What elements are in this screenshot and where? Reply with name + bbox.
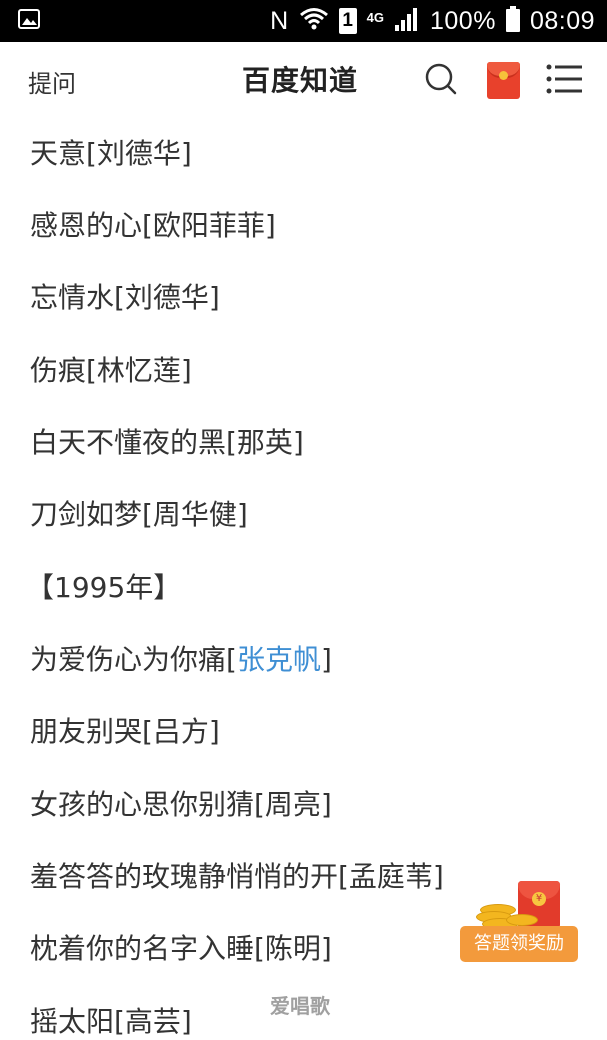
list-item: 忘情水[刘德华] [30,281,220,314]
list-item: 天意[刘德华] [30,137,192,170]
battery-icon [505,6,520,36]
year-heading: 【1995年】 [26,571,182,604]
reward-button-label: 答题领奖励 [460,926,578,962]
yuan-seal: ¥ [532,892,546,906]
song-title-text: 为爱伤心为你痛[ [30,643,237,676]
image-notification-icon [18,9,40,33]
status-bar: N 1 4G 100% 08:09 [0,0,607,42]
list-item: 刀剑如梦[周华健] [30,498,248,531]
list-item: 朋友别哭[吕方] [30,715,220,748]
nfc-icon: N [270,6,289,35]
list-item: 羞答答的玫瑰静悄悄的开[孟庭苇] [30,860,444,893]
menu-icon[interactable] [546,63,584,99]
battery-percent: 100% [429,6,496,35]
search-icon[interactable] [424,62,458,100]
list-item: 伤痕[林忆莲] [30,354,192,387]
list-item: 为爱伤心为你痛[张克帆] [30,638,332,678]
signal-icon [394,7,420,35]
app-header: 提问 百度知道 [0,42,607,116]
list-item: 感恩的心[欧阳菲菲] [30,209,276,242]
sim-slot-indicator: 1 [338,8,357,34]
list-item: 枕着你的名字入睡[陈明] [30,932,332,965]
red-packet-icon[interactable] [487,62,520,99]
artist-link[interactable]: 张克帆 [237,643,321,676]
network-type-label: 4G [366,10,384,25]
bracket-text: ] [320,643,332,676]
clock: 08:09 [529,6,595,35]
wifi-icon [299,6,329,36]
watermark: 爱唱歌 [270,994,330,1018]
list-item: 白天不懂夜的黑[那英] [30,426,304,459]
list-item: 女孩的心思你别猜[周亮] [30,788,332,821]
list-item: 摇太阳[高芸] [30,1005,192,1038]
reward-button[interactable]: ¥ 答题领奖励 [458,878,580,968]
